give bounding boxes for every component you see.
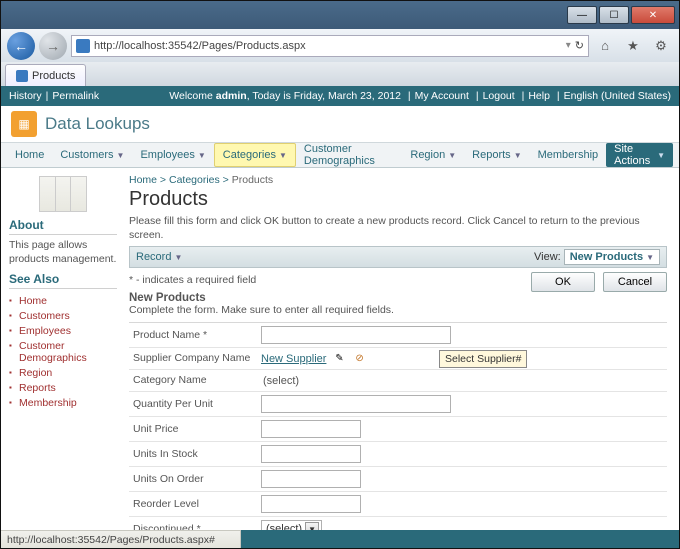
view-bar: Record▼ View: New Products▼ xyxy=(129,246,667,268)
menu-demographics[interactable]: Customer Demographics xyxy=(296,143,402,167)
brand-bar: ▦ Data Lookups xyxy=(1,106,679,142)
label-product-name: Product Name * xyxy=(129,329,261,342)
address-bar[interactable]: http://localhost:35542/Pages/Products.as… xyxy=(71,35,589,57)
about-heading: About xyxy=(9,218,117,232)
supplier-tooltip: Select Supplier# xyxy=(439,350,527,368)
ok-button-top[interactable]: OK xyxy=(531,272,595,292)
input-on-order[interactable] xyxy=(261,470,361,488)
menu-membership[interactable]: Membership xyxy=(530,143,607,167)
sidebar-image xyxy=(39,176,87,212)
label-in-stock: Units In Stock xyxy=(129,448,261,461)
main-column: Home > Categories > Products Products Pl… xyxy=(125,168,679,530)
brand-title: Data Lookups xyxy=(45,114,150,134)
menu-site-actions[interactable]: Site Actions▼ xyxy=(606,143,673,167)
select-discontinued[interactable]: (select)▼ xyxy=(261,520,322,530)
side-link-demographics[interactable]: Customer Demographics xyxy=(9,338,117,365)
chevron-down-icon: ▼ xyxy=(305,522,319,530)
favorites-icon[interactable]: ★ xyxy=(621,35,645,57)
permalink-link[interactable]: Permalink xyxy=(52,90,99,102)
view-selector[interactable]: New Products▼ xyxy=(564,249,660,265)
sidebar: About This page allows products manageme… xyxy=(1,168,125,530)
history-link[interactable]: History xyxy=(9,90,42,102)
side-link-customers[interactable]: Customers xyxy=(9,308,117,323)
side-link-region[interactable]: Region xyxy=(9,365,117,380)
input-product-name[interactable] xyxy=(261,326,451,344)
required-note-top: OK Cancel * - indicates a required field xyxy=(129,274,667,286)
page-title: Products xyxy=(129,188,667,211)
top-strip: History | Permalink Welcome admin, Today… xyxy=(1,86,679,106)
favicon-icon xyxy=(16,70,28,82)
label-unit-price: Unit Price xyxy=(129,423,261,436)
tools-icon[interactable]: ⚙ xyxy=(649,35,673,57)
label-reorder: Reorder Level xyxy=(129,498,261,511)
help-link[interactable]: Help xyxy=(528,90,550,102)
label-supplier: Supplier Company Name xyxy=(129,352,261,365)
category-value[interactable]: (select) xyxy=(261,375,299,387)
label-discontinued: Discontinued * xyxy=(129,523,261,530)
logout-link[interactable]: Logout xyxy=(483,90,515,102)
page-instructions: Please fill this form and click OK butto… xyxy=(129,215,667,242)
welcome-text: Welcome admin, Today is Friday, March 23… xyxy=(169,90,671,102)
new-supplier-link[interactable]: New Supplier xyxy=(261,353,326,365)
cancel-button-top[interactable]: Cancel xyxy=(603,272,667,292)
seealso-heading: See Also xyxy=(9,272,117,286)
input-qpu[interactable] xyxy=(261,395,451,413)
seealso-list: Home Customers Employees Customer Demogr… xyxy=(9,293,117,410)
input-unit-price[interactable] xyxy=(261,420,361,438)
browser-tab[interactable]: Products xyxy=(5,64,86,86)
clear-icon[interactable]: ⊘ xyxy=(353,352,367,366)
section-subtitle: Complete the form. Make sure to enter al… xyxy=(129,304,667,316)
view-label: View: xyxy=(534,251,561,263)
form: Product Name * Supplier Company Name New… xyxy=(129,322,667,530)
dropdown-icon[interactable]: ▾ xyxy=(566,40,571,51)
browser-statusbar: http://localhost:35542/Pages/Products.as… xyxy=(1,530,241,548)
crumb-current: Products xyxy=(232,174,273,186)
tab-title: Products xyxy=(32,70,75,82)
section-title: New Products xyxy=(129,292,667,304)
menu-customers[interactable]: Customers▼ xyxy=(52,143,132,167)
refresh-icon[interactable]: ↻ xyxy=(575,39,584,52)
edit-icon[interactable]: ✎ xyxy=(332,352,346,366)
close-button[interactable]: ✕ xyxy=(631,6,675,24)
menu-region[interactable]: Region▼ xyxy=(402,143,464,167)
menu-home[interactable]: Home xyxy=(7,143,52,167)
label-on-order: Units On Order xyxy=(129,473,261,486)
url-text: http://localhost:35542/Pages/Products.as… xyxy=(94,40,306,52)
my-account-link[interactable]: My Account xyxy=(415,90,469,102)
input-in-stock[interactable] xyxy=(261,445,361,463)
menu-employees[interactable]: Employees▼ xyxy=(132,143,213,167)
window-titlebar: — ☐ ✕ xyxy=(1,1,679,29)
side-link-employees[interactable]: Employees xyxy=(9,323,117,338)
label-qpu: Quantity Per Unit xyxy=(129,398,261,411)
back-button[interactable]: ← xyxy=(7,32,35,60)
record-dropdown[interactable]: Record▼ xyxy=(136,251,182,263)
main-menu: Home Customers▼ Employees▼ Categories▼ C… xyxy=(1,142,679,168)
menu-categories[interactable]: Categories▼ xyxy=(214,143,296,167)
logo-icon: ▦ xyxy=(11,111,37,137)
minimize-button[interactable]: — xyxy=(567,6,597,24)
input-reorder[interactable] xyxy=(261,495,361,513)
side-link-membership[interactable]: Membership xyxy=(9,395,117,410)
side-link-home[interactable]: Home xyxy=(9,293,117,308)
breadcrumb: Home > Categories > Products xyxy=(129,172,667,188)
crumb-categories[interactable]: Categories xyxy=(169,174,220,186)
maximize-button[interactable]: ☐ xyxy=(599,6,629,24)
language-link[interactable]: English (United States) xyxy=(564,90,671,102)
browser-navbar: ← → http://localhost:35542/Pages/Product… xyxy=(1,29,679,62)
home-icon[interactable]: ⌂ xyxy=(593,35,617,57)
forward-button[interactable]: → xyxy=(39,32,67,60)
menu-reports[interactable]: Reports▼ xyxy=(464,143,529,167)
label-category: Category Name xyxy=(129,374,261,387)
ie-icon xyxy=(76,39,90,53)
about-text: This page allows products management. xyxy=(9,239,117,266)
page-content: History | Permalink Welcome admin, Today… xyxy=(1,86,679,548)
side-link-reports[interactable]: Reports xyxy=(9,380,117,395)
crumb-home[interactable]: Home xyxy=(129,174,157,186)
browser-tabbar: Products xyxy=(1,62,679,86)
